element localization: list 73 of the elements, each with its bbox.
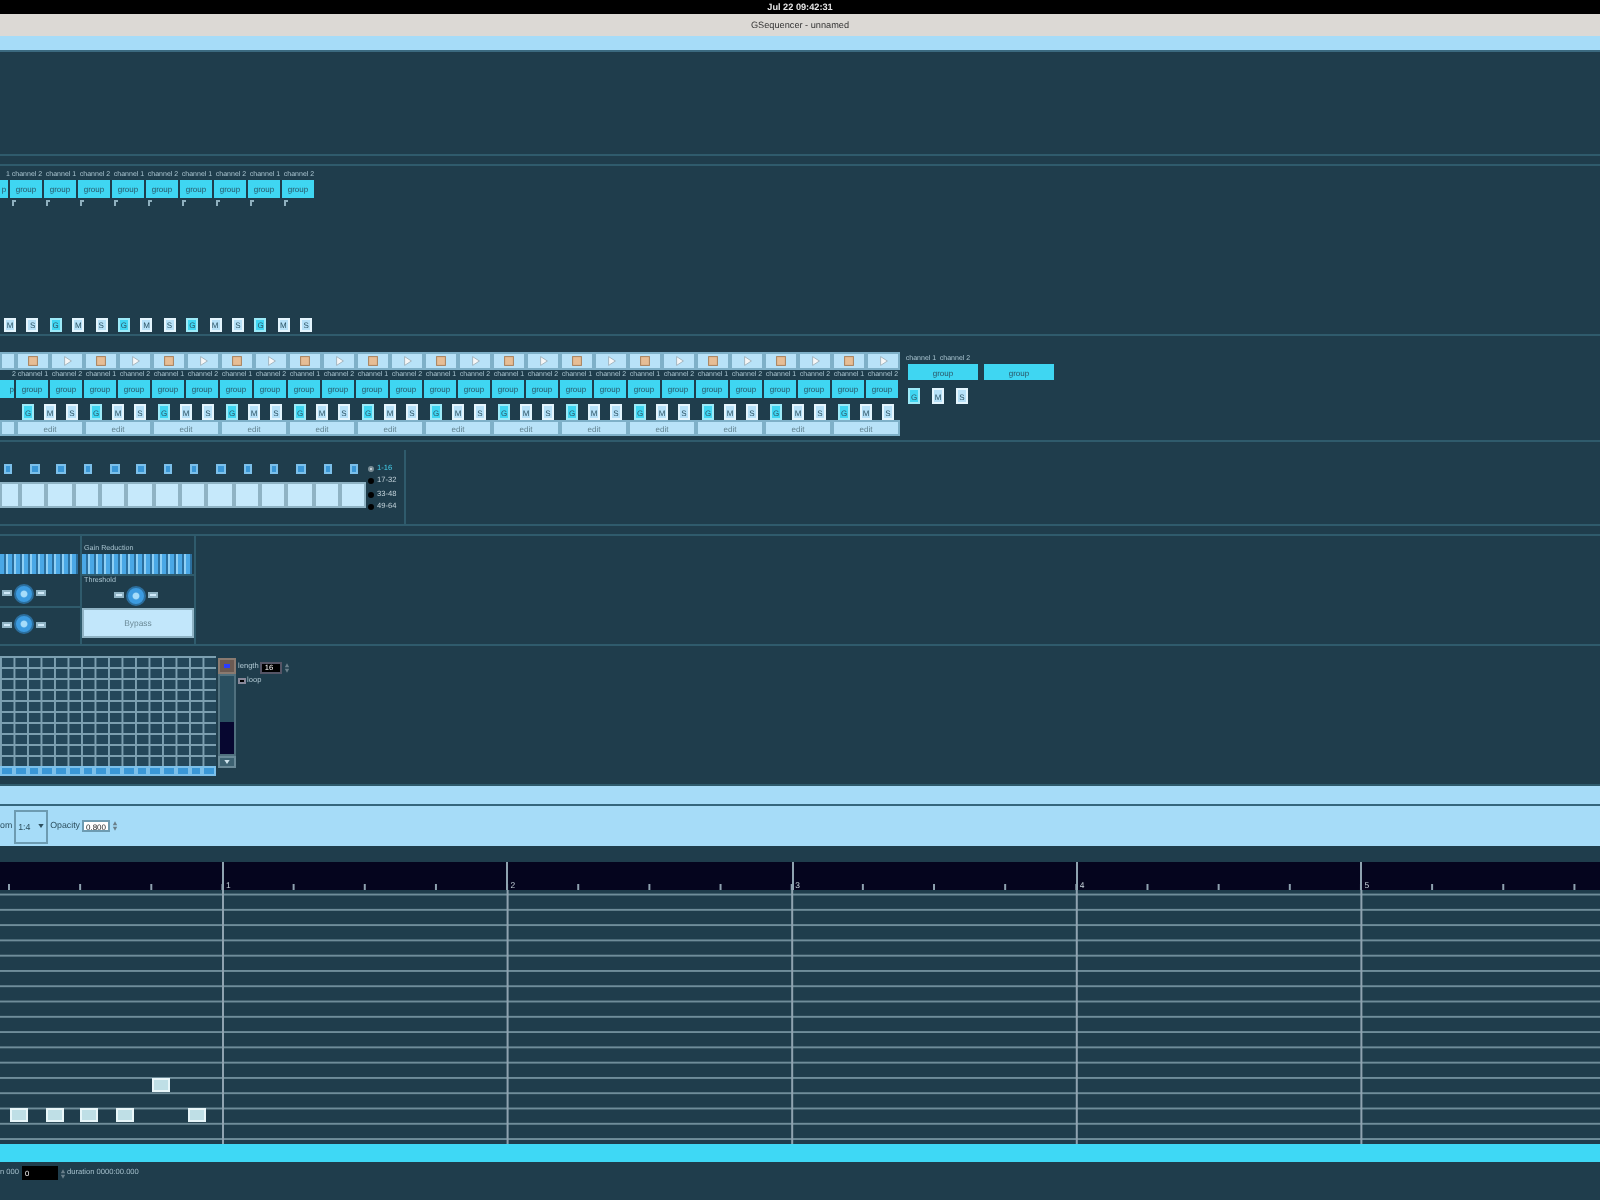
square-icon <box>844 356 854 366</box>
marker-icon <box>182 200 186 206</box>
rotary-knob[interactable] <box>126 585 146 605</box>
led-indicator <box>56 464 66 474</box>
marker-icon <box>80 200 84 206</box>
spin-arrows-icon[interactable] <box>59 1167 66 1179</box>
drum-pad[interactable] <box>339 482 367 508</box>
marker-icon <box>250 200 254 206</box>
marker-icon <box>284 200 288 206</box>
square-icon <box>504 356 514 366</box>
play-icon <box>471 356 479 366</box>
caret-icon <box>38 824 45 828</box>
led-indicator <box>269 464 279 474</box>
marker-icon <box>12 200 16 206</box>
partial-button[interactable] <box>0 420 16 436</box>
play-icon <box>607 356 615 366</box>
caret-icon <box>224 760 230 764</box>
horizontal-scrollbar[interactable] <box>0 1144 1600 1162</box>
led-indicator <box>136 464 146 474</box>
pattern-grid[interactable] <box>0 656 216 766</box>
piano-roll-grid[interactable] <box>0 890 1600 1144</box>
spin-arrows-icon[interactable] <box>112 820 118 832</box>
square-icon <box>232 356 242 366</box>
play-icon <box>879 356 887 366</box>
led-indicator <box>216 464 226 474</box>
play-icon <box>743 356 751 366</box>
led-indicator <box>3 464 13 474</box>
play-icon <box>811 356 819 366</box>
marker-icon <box>148 200 152 206</box>
led-indicator <box>243 464 253 474</box>
led-indicator <box>30 464 40 474</box>
radio-button[interactable] <box>368 491 374 498</box>
play-icon <box>335 356 343 366</box>
square-icon <box>96 356 106 366</box>
partial-button[interactable] <box>0 352 16 370</box>
square-icon <box>776 356 786 366</box>
led-indicator <box>189 464 199 474</box>
level-meter <box>0 554 78 574</box>
led-indicator <box>296 464 306 474</box>
led-indicator <box>323 464 333 474</box>
scroll-down-button[interactable] <box>218 756 236 768</box>
play-icon <box>199 356 207 366</box>
play-icon <box>675 356 683 366</box>
play-icon <box>267 356 275 366</box>
play-icon <box>63 356 71 366</box>
play-icon <box>539 356 547 366</box>
scrollbar-thumb[interactable] <box>220 722 234 754</box>
led-indicator <box>110 464 119 474</box>
square-icon <box>368 356 378 366</box>
marker-icon <box>46 200 50 206</box>
radio-button[interactable] <box>368 465 374 472</box>
level-meter <box>82 554 192 574</box>
radio-button[interactable] <box>368 504 374 511</box>
led-indicator <box>83 464 93 474</box>
square-icon <box>436 356 446 366</box>
spin-arrows-icon[interactable] <box>284 661 291 673</box>
horizontal-scrollbar[interactable] <box>0 786 1600 806</box>
marker-icon <box>216 200 220 206</box>
radio-button[interactable] <box>368 478 374 485</box>
square-icon <box>572 356 582 366</box>
decrement-button[interactable] <box>2 621 12 627</box>
square-icon <box>640 356 650 366</box>
increment-button[interactable] <box>36 621 46 627</box>
led-indicator <box>163 464 173 474</box>
loop-checkbox[interactable] <box>238 677 245 685</box>
marker-icon <box>114 200 118 206</box>
play-icon <box>403 356 411 366</box>
square-icon <box>300 356 310 366</box>
play-icon <box>131 356 139 366</box>
led-indicator <box>349 464 359 474</box>
square-icon <box>708 356 718 366</box>
square-icon <box>164 356 174 366</box>
square-icon <box>28 356 38 366</box>
